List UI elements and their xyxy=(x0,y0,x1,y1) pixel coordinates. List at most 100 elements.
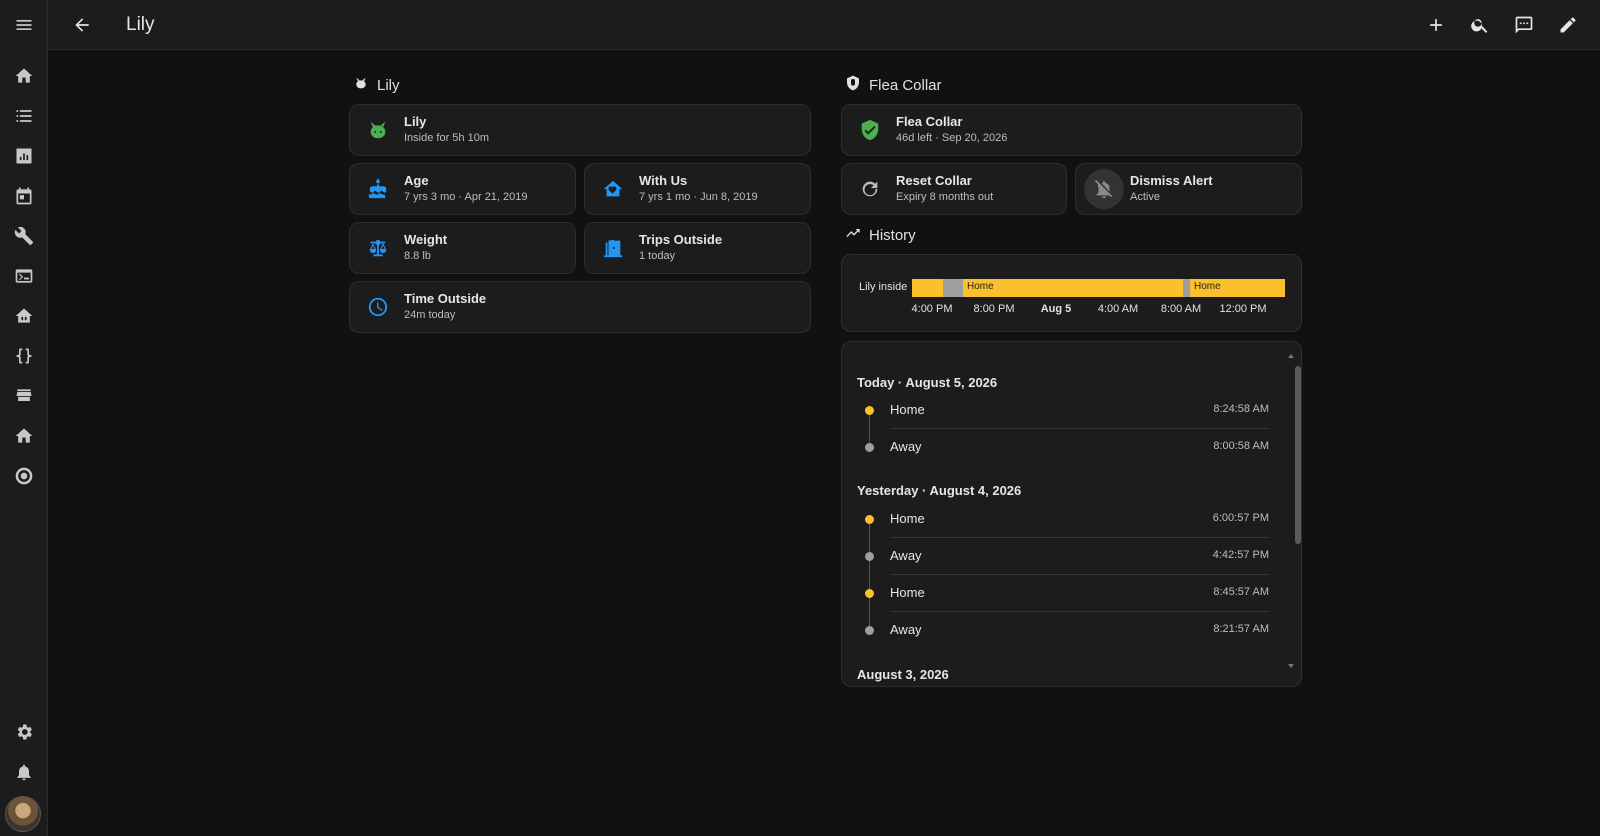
state-dot xyxy=(865,552,874,561)
tile-name: Time Outside xyxy=(404,291,487,306)
search-icon[interactable] xyxy=(1466,11,1494,39)
state-dot xyxy=(865,406,874,415)
logbook-scrollbar[interactable] xyxy=(1295,366,1301,544)
menu-icon[interactable] xyxy=(0,5,48,45)
logbook-entry-state: Home xyxy=(890,402,925,417)
logbook-entry-state: Away xyxy=(890,439,922,454)
segment-label: Home xyxy=(967,281,994,292)
hacs-store-icon[interactable] xyxy=(0,376,48,416)
tile-state: 7 yrs 1 mo · Jun 8, 2019 xyxy=(639,191,758,203)
timeline-home-segment[interactable]: Home xyxy=(963,279,1183,297)
timeline-home-segment[interactable] xyxy=(912,279,943,297)
dismiss-alert-tile[interactable]: Dismiss Alert Active xyxy=(1075,163,1302,215)
flea-collar-tile[interactable]: Flea Collar 46d left · Sep 20, 2026 xyxy=(841,104,1302,156)
with-us-tile[interactable]: With Us 7 yrs 1 mo · Jun 8, 2019 xyxy=(584,163,811,215)
timeline-entity-label: Lily inside xyxy=(859,281,908,293)
page-title: Lily xyxy=(126,14,155,35)
tile-state: Expiry 8 months out xyxy=(896,191,994,203)
time-outside-tile[interactable]: Time Outside 24m today xyxy=(349,281,811,333)
timeline-away-segment[interactable] xyxy=(943,279,963,297)
top-app-bar: Lily xyxy=(48,0,1600,50)
tile-name: Lily xyxy=(404,114,427,129)
list-icon[interactable] xyxy=(0,96,48,136)
weight-tile[interactable]: Weight 8.8 lb xyxy=(349,222,576,274)
logbook-entry-state: Home xyxy=(890,585,925,600)
cat-face-icon xyxy=(358,110,398,150)
tile-name: Reset Collar xyxy=(896,173,972,188)
tile-state: 8.8 lb xyxy=(404,250,431,262)
assist-chat-icon[interactable] xyxy=(1510,11,1538,39)
tile-state: 24m today xyxy=(404,309,456,321)
restart-icon xyxy=(850,169,890,209)
cake-icon xyxy=(358,169,398,209)
tile-name: With Us xyxy=(639,173,688,188)
logbook-entry-time: 4:42:57 PM xyxy=(1212,549,1269,561)
calendar-icon[interactable] xyxy=(0,176,48,216)
back-arrow-icon[interactable] xyxy=(68,11,96,39)
logbook-day-heading: Today · August 5, 2026 xyxy=(857,375,998,390)
scroll-down-arrow-icon[interactable] xyxy=(1288,664,1294,668)
lily-presence-tile[interactable]: Lily Inside for 5h 10m xyxy=(349,104,811,156)
timeline-tick-label: 4:00 AM xyxy=(1097,303,1139,315)
home-icon[interactable] xyxy=(0,56,48,96)
timeline-home-segment[interactable]: Home xyxy=(1190,279,1285,297)
add-icon[interactable] xyxy=(1422,11,1450,39)
logbook-connector xyxy=(869,522,870,632)
home-outline-icon[interactable] xyxy=(0,416,48,456)
state-dot xyxy=(865,515,874,524)
scale-balance-icon xyxy=(358,228,398,268)
state-dot xyxy=(865,443,874,452)
timeline-tick-label: 4:00 PM xyxy=(911,303,953,315)
trips-outside-tile[interactable]: Trips Outside 1 today xyxy=(584,222,811,274)
logbook-entry-time: 8:24:58 AM xyxy=(1213,403,1269,415)
timeline-tick-label: 12:00 PM xyxy=(1219,303,1267,315)
terminal-icon[interactable] xyxy=(0,256,48,296)
segment-label: Home xyxy=(1194,281,1221,292)
home-building-icon[interactable] xyxy=(0,296,48,336)
wrench-icon[interactable] xyxy=(0,216,48,256)
age-tile[interactable]: Age 7 yrs 3 mo · Apr 21, 2019 xyxy=(349,163,576,215)
home-heart-icon xyxy=(593,169,633,209)
notification-bell-icon[interactable] xyxy=(0,752,48,792)
tile-state: 46d left · Sep 20, 2026 xyxy=(896,132,1008,144)
tile-name: Trips Outside xyxy=(639,232,723,247)
timeline-tick-label: Aug 5 xyxy=(1040,303,1072,315)
lily-section-heading: Lily xyxy=(353,75,400,95)
shield-bug-icon xyxy=(845,75,861,95)
timeline-tick-label: 8:00 PM xyxy=(973,303,1015,315)
logbook-entry-time: 8:45:57 AM xyxy=(1213,586,1269,598)
scroll-up-arrow-icon[interactable] xyxy=(1288,354,1294,358)
timeline-away-segment[interactable] xyxy=(1183,279,1190,297)
door-open-icon xyxy=(593,228,633,268)
history-timeline-card: Lily inside Home Home 4:00 PM 8:00 PM Au… xyxy=(841,254,1302,332)
settings-gear-icon[interactable] xyxy=(0,712,48,752)
user-avatar[interactable] xyxy=(5,796,41,832)
logbook-day-heading: August 3, 2026 xyxy=(857,667,949,682)
tile-state: Active xyxy=(1130,191,1160,203)
divider xyxy=(890,574,1270,575)
shield-check-icon xyxy=(850,110,890,150)
clock-icon xyxy=(358,287,398,327)
state-dot xyxy=(865,626,874,635)
tile-name: Dismiss Alert xyxy=(1130,173,1213,188)
cat-icon xyxy=(353,75,369,95)
sidebar xyxy=(0,0,48,836)
logbook-entry-time: 6:00:57 PM xyxy=(1212,512,1269,524)
code-braces-icon[interactable] xyxy=(0,336,48,376)
reset-collar-tile[interactable]: Reset Collar Expiry 8 months out xyxy=(841,163,1067,215)
flea-collar-section-heading: Flea Collar xyxy=(845,75,942,95)
edit-pencil-icon[interactable] xyxy=(1554,11,1582,39)
history-section-heading: History xyxy=(845,225,916,245)
history-section-title: History xyxy=(869,226,916,244)
chart-box-icon[interactable] xyxy=(0,136,48,176)
logbook-card: Today · August 5, 2026 Home 8:24:58 AM A… xyxy=(841,341,1302,687)
tile-name: Weight xyxy=(404,232,448,247)
divider xyxy=(890,428,1270,429)
divider xyxy=(890,537,1270,538)
timeline-tick-label: 8:00 AM xyxy=(1160,303,1202,315)
camera-circle-icon[interactable] xyxy=(0,456,48,496)
tile-state: Inside for 5h 10m xyxy=(404,132,489,144)
logbook-entry-state: Home xyxy=(890,511,925,526)
logbook-entry-state: Away xyxy=(890,548,922,563)
logbook-day-heading: Yesterday · August 4, 2026 xyxy=(857,483,1022,498)
